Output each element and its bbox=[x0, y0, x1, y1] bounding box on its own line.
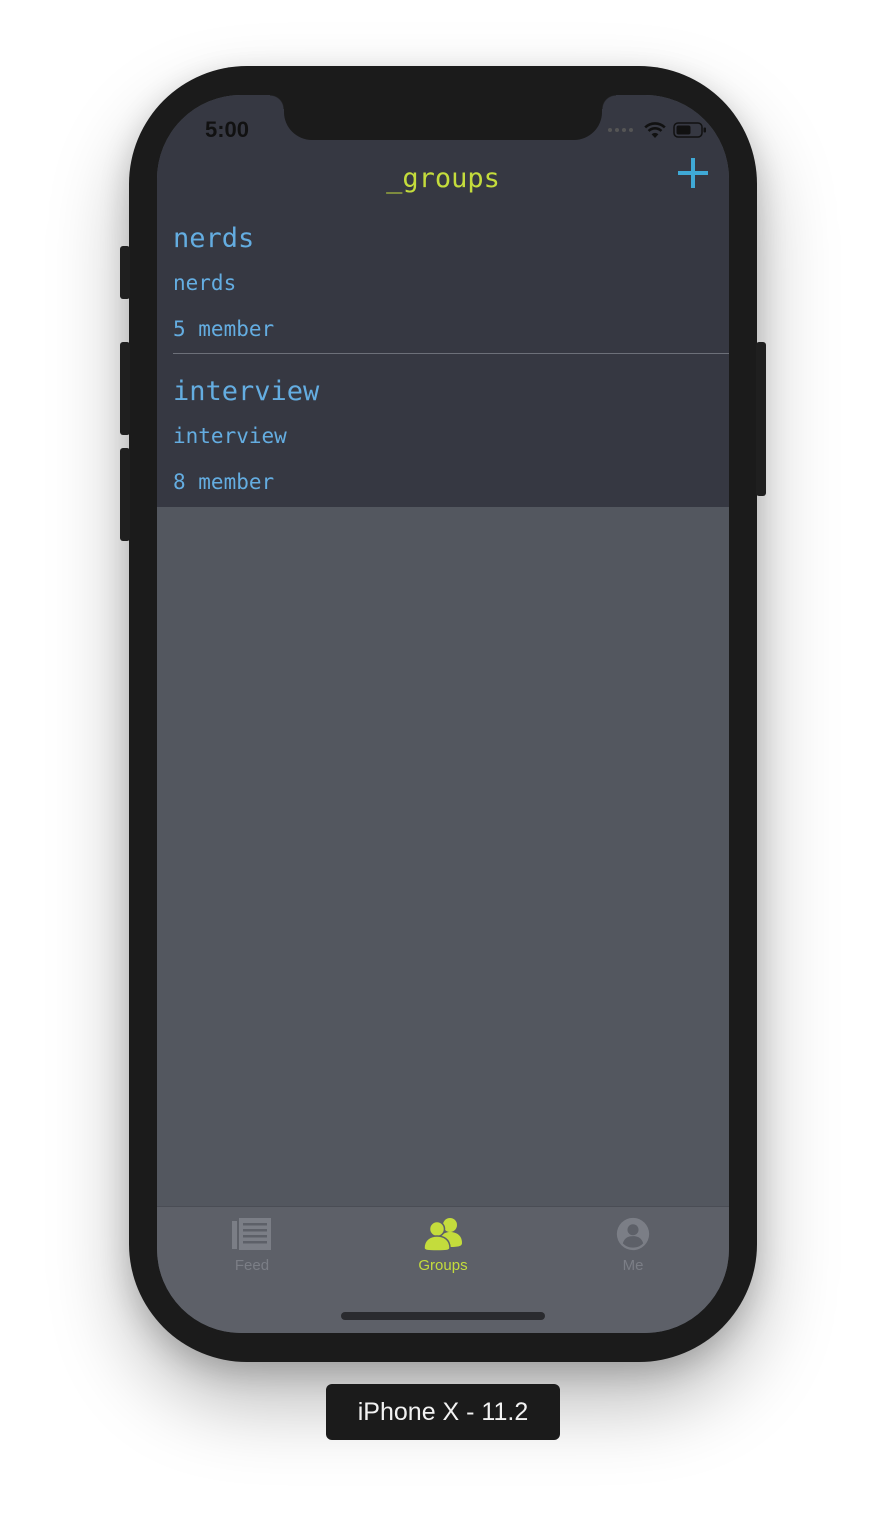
groups-icon bbox=[423, 1218, 462, 1251]
group-member-count: 8 member bbox=[173, 470, 275, 494]
mute-switch bbox=[120, 246, 130, 299]
page-title: _groups bbox=[386, 163, 500, 194]
status-icons bbox=[608, 121, 707, 139]
wifi-icon bbox=[644, 122, 666, 138]
feed-icon bbox=[232, 1218, 271, 1250]
tab-me-label: Me bbox=[622, 1257, 644, 1274]
tab-feed[interactable]: Feed bbox=[157, 1217, 347, 1274]
simulator-stage: 5:00 _groups nerds nerds 5 member interv… bbox=[0, 0, 886, 1524]
group-name: interview bbox=[173, 376, 320, 407]
signal-dots-icon bbox=[608, 128, 633, 132]
group-row-interview[interactable]: interview interview 8 member bbox=[157, 354, 729, 506]
power-button bbox=[756, 342, 766, 496]
group-member-count: 5 member bbox=[173, 317, 275, 341]
notch bbox=[270, 95, 616, 140]
phone-screen: 5:00 _groups nerds nerds 5 member interv… bbox=[157, 95, 729, 1333]
group-description: interview bbox=[173, 424, 287, 448]
home-indicator bbox=[341, 1312, 545, 1320]
status-time: 5:00 bbox=[205, 117, 250, 142]
battery-icon bbox=[673, 122, 706, 138]
tab-groups-label: Groups bbox=[418, 1257, 468, 1274]
volume-up-button bbox=[120, 342, 130, 435]
add-group-button[interactable] bbox=[675, 155, 711, 191]
tab-groups[interactable]: Groups bbox=[348, 1217, 538, 1274]
tab-feed-label: Feed bbox=[234, 1257, 270, 1274]
group-row-nerds[interactable]: nerds nerds 5 member bbox=[157, 201, 729, 353]
profile-icon bbox=[616, 1217, 650, 1251]
device-label: iPhone X - 11.2 bbox=[326, 1384, 560, 1440]
plus-icon bbox=[678, 158, 708, 188]
volume-down-button bbox=[120, 448, 130, 541]
group-name: nerds bbox=[173, 223, 255, 254]
tab-me[interactable]: Me bbox=[538, 1217, 728, 1274]
group-description: nerds bbox=[173, 271, 237, 295]
